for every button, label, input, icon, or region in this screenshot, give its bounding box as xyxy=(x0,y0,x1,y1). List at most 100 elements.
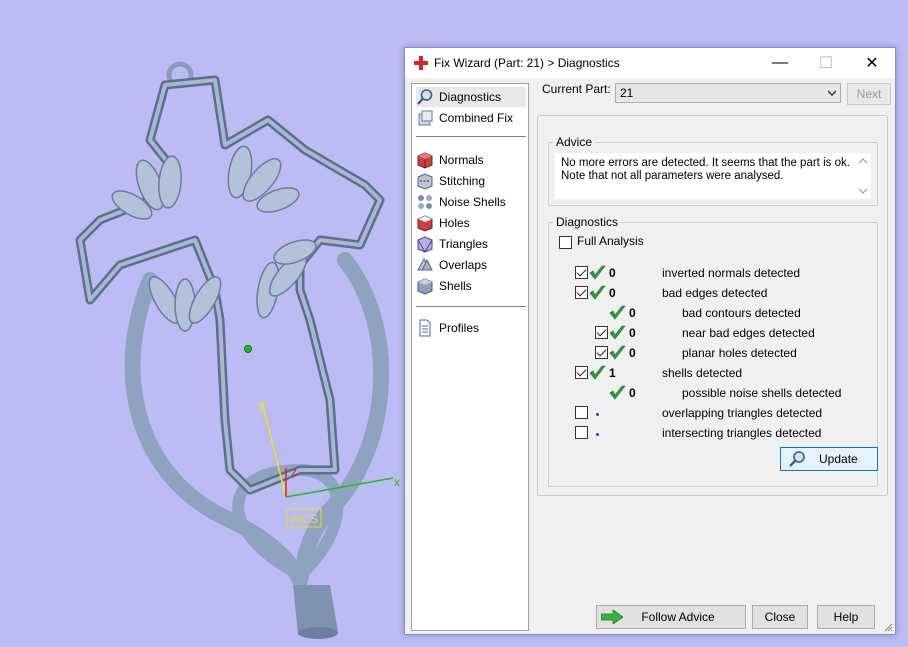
sidebar-item-label: Profiles xyxy=(439,321,480,335)
diagnostic-label: intersecting triangles detected xyxy=(662,426,822,440)
sidebar-item-label: Noise Shells xyxy=(439,195,506,209)
advice-title: Advice xyxy=(553,135,596,149)
green-arrow-icon xyxy=(601,610,623,624)
diagnostic-label: bad edges detected xyxy=(662,286,768,300)
pending-dot-icon xyxy=(596,433,599,436)
sidebar-item-overlaps[interactable]: Overlaps xyxy=(416,255,526,275)
green-check-icon xyxy=(609,385,626,400)
diagnostic-checkbox[interactable] xyxy=(575,366,588,379)
close-button[interactable]: Close xyxy=(752,605,808,629)
diagnostic-count: 0 xyxy=(629,326,636,340)
follow-advice-label: Follow Advice xyxy=(641,610,715,624)
y-axis-label: y xyxy=(258,397,264,411)
wizard-sidebar: Diagnostics Combined Fix Normals Stitchi… xyxy=(411,83,529,631)
stitching-icon xyxy=(417,173,433,190)
diagnostic-count: 0 xyxy=(629,386,636,400)
close-window-button[interactable]: ✕ xyxy=(849,48,895,78)
sidebar-divider xyxy=(416,306,526,307)
diagnostic-label: near bad edges detected xyxy=(682,326,815,340)
sidebar-item-label: Holes xyxy=(439,216,470,230)
triangles-icon xyxy=(417,236,433,253)
z-axis-label: z xyxy=(291,465,297,479)
advice-scrollbar[interactable] xyxy=(855,153,871,199)
green-check-icon xyxy=(609,345,626,360)
minimize-button[interactable]: — xyxy=(757,48,803,78)
holes-cube-icon xyxy=(417,215,433,232)
red-cross-icon xyxy=(414,56,428,70)
current-part-value: 21 xyxy=(620,86,634,100)
sidebar-item-profiles[interactable]: Profiles xyxy=(416,318,526,338)
diagnostics-title: Diagnostics xyxy=(553,215,622,229)
diagnostic-count: 1 xyxy=(609,366,616,380)
advice-textbox[interactable]: No more errors are detected. It seems th… xyxy=(555,153,871,199)
overlaps-icon xyxy=(417,257,433,271)
document-icon xyxy=(419,319,431,337)
update-button[interactable]: Update xyxy=(780,447,878,471)
diagnostic-count: 0 xyxy=(609,266,616,280)
diagnostic-count: 0 xyxy=(629,306,636,320)
sidebar-item-noise-shells[interactable]: Noise Shells xyxy=(416,192,526,212)
sidebar-item-label: Diagnostics xyxy=(439,90,502,104)
sidebar-item-label: Normals xyxy=(439,153,484,167)
current-part-label: Current Part: xyxy=(542,82,611,96)
sidebar-item-label: Shells xyxy=(439,279,472,293)
help-button[interactable]: Help xyxy=(817,605,875,629)
sidebar-divider xyxy=(416,136,526,137)
magnifier-icon xyxy=(789,451,805,467)
update-label: Update xyxy=(819,452,858,466)
full-analysis-checkbox[interactable] xyxy=(559,236,572,249)
diagnostic-count: 0 xyxy=(609,286,616,300)
title-bar[interactable]: Fix Wizard (Part: 21) > Diagnostics — ☐ … xyxy=(405,48,895,78)
diagnostic-label: overlapping triangles detected xyxy=(662,406,823,420)
fix-wizard-dialog: Fix Wizard (Part: 21) > Diagnostics — ☐ … xyxy=(404,47,896,635)
magnifier-icon xyxy=(417,89,433,105)
chevron-down-icon xyxy=(828,90,836,96)
green-check-icon xyxy=(589,365,606,380)
diagnostics-panel: Advice No more errors are detected. It s… xyxy=(537,115,888,496)
diagnostics-group: Diagnostics Full Analysis 0 inverted norm… xyxy=(548,215,878,487)
green-check-icon xyxy=(589,285,606,300)
advice-group: Advice No more errors are detected. It s… xyxy=(548,135,878,206)
diagnostic-checkbox[interactable] xyxy=(575,426,588,439)
diagnostic-checkbox[interactable] xyxy=(595,346,608,359)
sidebar-item-combined-fix[interactable]: Combined Fix xyxy=(416,108,526,128)
green-check-icon xyxy=(589,265,606,280)
advice-text: No more errors are detected. It seems th… xyxy=(561,157,850,182)
cube-stack-icon xyxy=(418,110,433,126)
diagnostic-checkbox[interactable] xyxy=(575,266,588,279)
diagnostic-label: shells detected xyxy=(662,366,743,380)
resize-grip-icon[interactable] xyxy=(883,622,893,632)
x-axis-label: x xyxy=(394,475,400,489)
noise-shells-icon xyxy=(418,195,432,209)
current-part-select[interactable]: 21 xyxy=(615,83,841,103)
sidebar-item-label: Stitching xyxy=(439,174,486,188)
diagnostic-count: 0 xyxy=(629,346,636,360)
window-title: Fix Wizard (Part: 21) > Diagnostics xyxy=(434,56,620,70)
sidebar-item-stitching[interactable]: Stitching xyxy=(416,171,526,191)
normals-cube-icon xyxy=(417,152,433,169)
sidebar-item-triangles[interactable]: Triangles xyxy=(416,234,526,254)
diagnostic-label: possible noise shells detected xyxy=(682,386,842,400)
sidebar-item-label: Triangles xyxy=(439,237,488,251)
diagnostic-checkbox[interactable] xyxy=(575,286,588,299)
green-check-icon xyxy=(609,305,626,320)
next-button[interactable]: Next xyxy=(847,83,891,105)
pending-dot-icon xyxy=(596,413,599,416)
sidebar-item-shells[interactable]: Shells xyxy=(416,276,526,296)
full-analysis-label: Full Analysis xyxy=(577,234,644,248)
wcs-label: WCS xyxy=(290,512,318,526)
sidebar-item-normals[interactable]: Normals xyxy=(416,150,526,170)
diagnostic-checkbox[interactable] xyxy=(575,406,588,419)
sidebar-item-label: Overlaps xyxy=(439,258,488,272)
follow-advice-button[interactable]: Follow Advice xyxy=(596,605,746,629)
diagnostic-checkbox[interactable] xyxy=(595,326,608,339)
sidebar-item-holes[interactable]: Holes xyxy=(416,213,526,233)
sidebar-item-diagnostics[interactable]: Diagnostics xyxy=(416,87,526,107)
diagnostic-label: bad contours detected xyxy=(682,306,801,320)
green-check-icon xyxy=(609,325,626,340)
sidebar-item-label: Combined Fix xyxy=(439,111,514,125)
diagnostic-label: planar holes detected xyxy=(682,346,797,360)
diagnostic-label: inverted normals detected xyxy=(662,266,801,280)
shells-icon xyxy=(417,278,433,295)
maximize-button[interactable]: ☐ xyxy=(803,48,849,78)
